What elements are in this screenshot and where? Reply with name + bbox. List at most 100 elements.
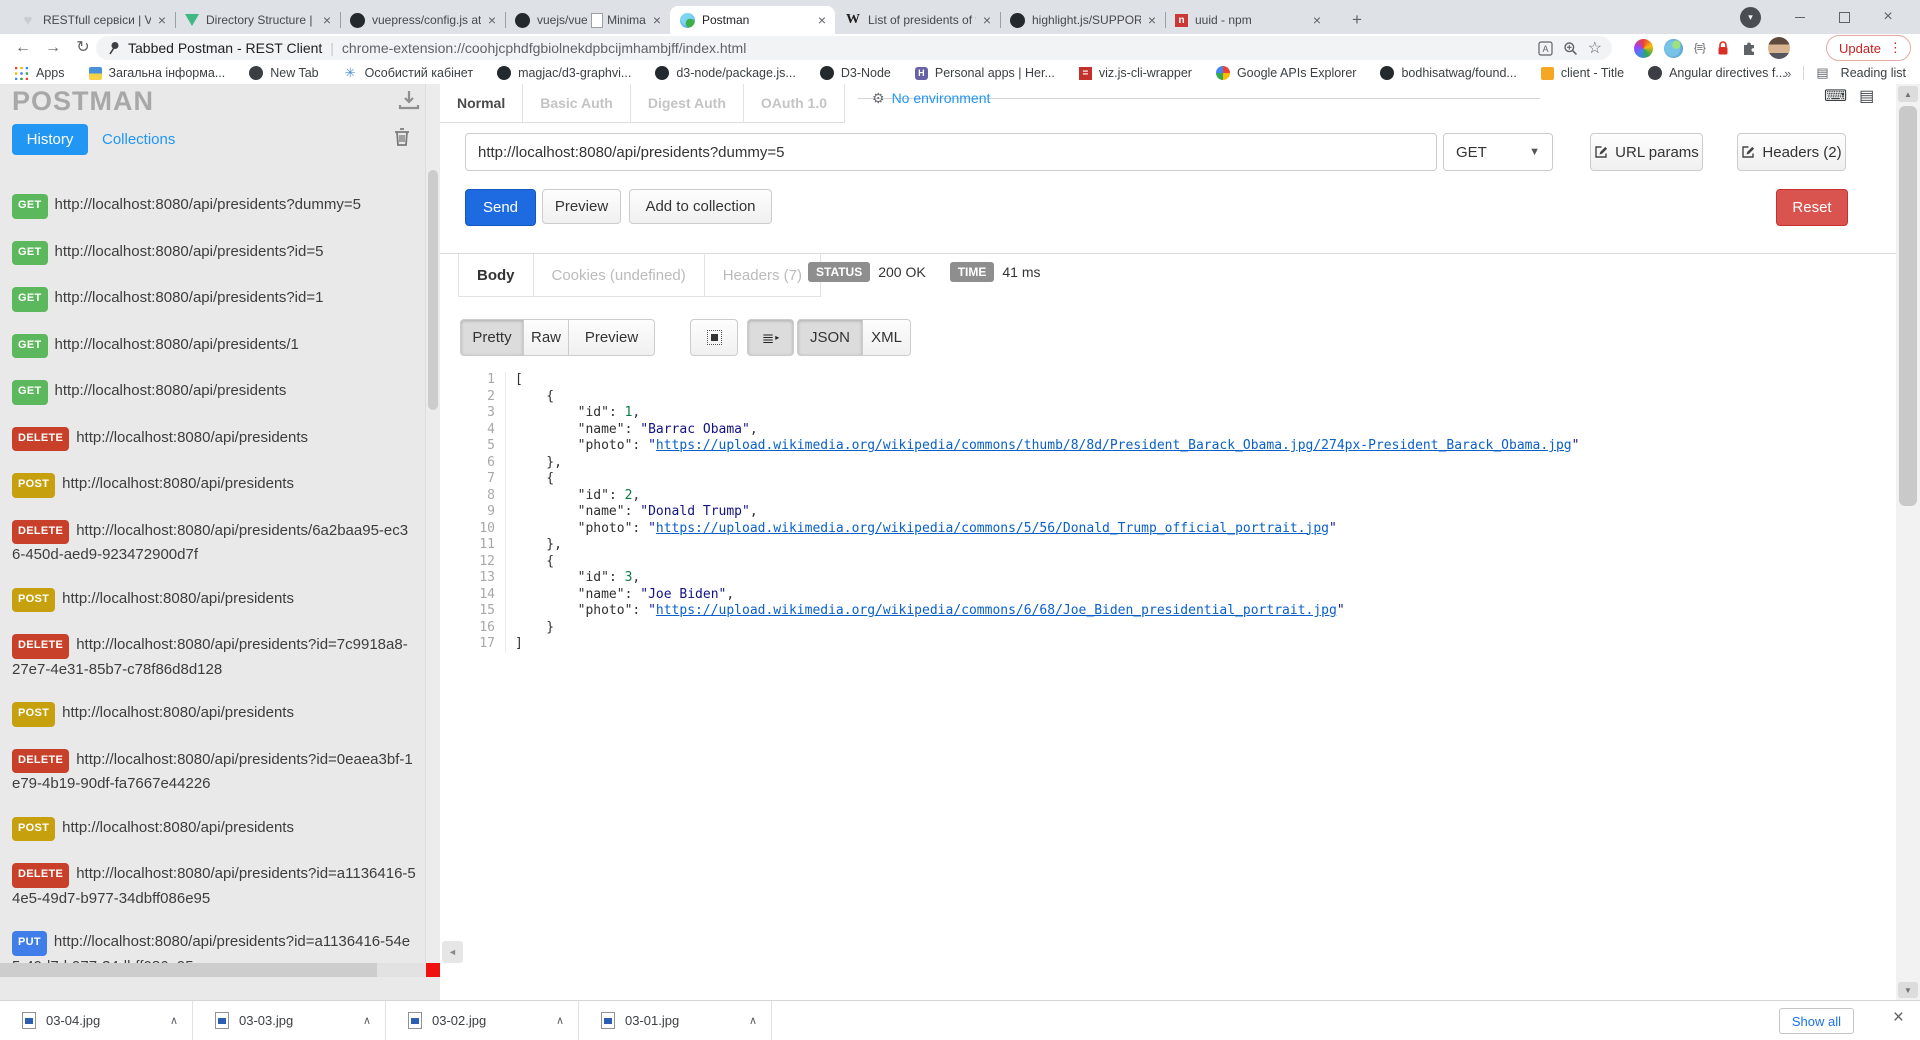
- response-tab-cookies[interactable]: Cookies (undefined): [532, 254, 704, 296]
- download-menu-chevron-icon[interactable]: ∧: [170, 1014, 178, 1027]
- auth-tab-digest-auth[interactable]: Digest Auth: [629, 84, 743, 122]
- browser-profile-circle-icon[interactable]: ▾: [1740, 7, 1761, 28]
- auth-tab-normal[interactable]: Normal: [440, 84, 522, 122]
- keyboard-shortcuts-icon[interactable]: ⌨: [1824, 86, 1847, 106]
- lock-extension-icon[interactable]: [1716, 40, 1730, 56]
- profile-avatar[interactable]: [1767, 37, 1790, 59]
- response-tab-headers[interactable]: Headers (7): [703, 254, 821, 296]
- downloads-bar-close-icon[interactable]: ×: [1893, 1007, 1904, 1029]
- download-history-icon[interactable]: [398, 90, 420, 110]
- back-icon[interactable]: ←: [10, 35, 36, 61]
- history-item[interactable]: DELETE http://localhost:8080/api/presiden…: [12, 863, 416, 909]
- window-close-button[interactable]: ×: [1866, 0, 1910, 34]
- history-item[interactable]: DELETE http://localhost:8080/api/presiden…: [12, 634, 416, 680]
- bookmark-item[interactable]: Особистий кабінет: [343, 66, 473, 81]
- scroll-down-icon[interactable]: ▼: [1898, 982, 1918, 998]
- sidebar-horizontal-scrollbar-thumb[interactable]: [0, 963, 377, 977]
- bookmark-item[interactable]: Загальна інформа...: [88, 66, 225, 80]
- view-pretty-button[interactable]: Pretty: [460, 319, 524, 356]
- history-item[interactable]: GET http://localhost:8080/api/presidents?…: [12, 240, 416, 265]
- tab-close-icon[interactable]: ×: [980, 12, 994, 28]
- download-menu-chevron-icon[interactable]: ∧: [556, 1014, 564, 1027]
- history-item[interactable]: DELETE http://localhost:8080/api/presiden…: [12, 519, 416, 566]
- json-viewer-extension-icon[interactable]: {≡}: [1694, 42, 1706, 54]
- auth-tab-oauth-1-0[interactable]: OAuth 1.0: [742, 84, 846, 122]
- preview-button[interactable]: Preview: [542, 189, 621, 224]
- bookmark-star-icon[interactable]: ☆: [1588, 38, 1602, 58]
- sidebar-horizontal-scrollbar[interactable]: [0, 963, 426, 977]
- bookmark-item[interactable]: d3-node/package.js...: [655, 66, 796, 80]
- bookmark-item[interactable]: Apps: [14, 66, 65, 81]
- tab-close-icon[interactable]: ×: [485, 12, 499, 28]
- zoom-icon[interactable]: [1563, 41, 1578, 56]
- download-item[interactable]: 03-04.jpg ∧: [0, 1001, 193, 1040]
- headers-button[interactable]: Headers (2): [1737, 133, 1846, 171]
- tab-close-icon[interactable]: ×: [155, 12, 169, 28]
- bookmark-item[interactable]: client - Title: [1540, 66, 1624, 80]
- environment-selector[interactable]: ⚙ No environment: [872, 84, 990, 112]
- address-bar[interactable]: Tabbed Postman - REST Client | chrome-ex…: [96, 36, 1612, 60]
- tab-close-icon[interactable]: ×: [320, 12, 334, 28]
- history-item[interactable]: POST http://localhost:8080/api/presidents: [12, 587, 416, 612]
- response-link[interactable]: https://upload.wikimedia.org/wikipedia/c…: [656, 603, 1337, 618]
- bookmark-item[interactable]: Angular directives f...: [1648, 66, 1786, 80]
- tab-close-icon[interactable]: ×: [1145, 12, 1159, 28]
- browser-tab[interactable]: RESTfull сервіси | Vuepress ×: [10, 6, 175, 34]
- download-item[interactable]: 03-03.jpg ∧: [193, 1001, 386, 1040]
- chrome-update-button[interactable]: Update ⋮: [1826, 35, 1911, 61]
- tab-collections[interactable]: Collections: [102, 131, 175, 148]
- history-item[interactable]: GET http://localhost:8080/api/presidents: [12, 380, 416, 405]
- page-vertical-scrollbar[interactable]: ▲ ▼: [1896, 84, 1920, 1000]
- response-tab-body[interactable]: Body: [458, 254, 533, 296]
- method-select[interactable]: GET ▼: [1443, 133, 1553, 171]
- download-menu-chevron-icon[interactable]: ∧: [749, 1014, 757, 1027]
- history-item[interactable]: GET http://localhost:8080/api/presidents/…: [12, 333, 416, 358]
- history-item[interactable]: POST http://localhost:8080/api/presidents: [12, 473, 416, 498]
- download-item[interactable]: 03-02.jpg ∧: [386, 1001, 579, 1040]
- history-item[interactable]: DELETE http://localhost:8080/api/presiden…: [12, 748, 416, 795]
- browser-tab[interactable]: highlight.js/SUPPORTED_LA ×: [1000, 6, 1165, 34]
- history-item[interactable]: PUT http://localhost:8080/api/presidents?…: [12, 931, 416, 963]
- color-wheel-extension-icon[interactable]: [1634, 38, 1653, 58]
- format-json-button[interactable]: JSON: [797, 319, 863, 356]
- bookmark-item[interactable]: Google APIs Explorer: [1215, 66, 1356, 80]
- sidebar-vertical-scrollbar-thumb[interactable]: [428, 170, 438, 410]
- scroll-up-icon[interactable]: ▲: [1898, 86, 1918, 102]
- sidebar-collapse-button[interactable]: ◄: [442, 941, 463, 963]
- request-url-input[interactable]: [465, 133, 1437, 171]
- globe-extension-icon[interactable]: [1664, 38, 1683, 58]
- collapse-json-button[interactable]: ≣: [747, 319, 794, 356]
- browser-menu-kebab-icon[interactable]: ⋮: [1889, 40, 1902, 56]
- window-maximize-button[interactable]: [1822, 0, 1866, 34]
- bookmark-item[interactable]: viz.js-cli-wrapper: [1078, 66, 1192, 80]
- tab-close-icon[interactable]: ×: [1310, 12, 1324, 28]
- history-item[interactable]: POST http://localhost:8080/api/presidents: [12, 816, 416, 841]
- forward-icon[interactable]: →: [40, 35, 66, 61]
- add-to-collection-button[interactable]: Add to collection: [629, 189, 772, 224]
- browser-tab[interactable]: Directory Structure | VuePre ×: [175, 6, 340, 34]
- sidebar-vertical-scrollbar[interactable]: [425, 84, 440, 963]
- translate-icon[interactable]: A: [1538, 40, 1553, 56]
- browser-tab[interactable]: Postman ×: [670, 6, 835, 34]
- bookmark-item[interactable]: Personal apps | Her...: [914, 66, 1055, 80]
- bookmark-item[interactable]: magjac/d3-graphvi...: [497, 66, 631, 80]
- trash-icon[interactable]: [392, 126, 412, 148]
- tab-close-icon[interactable]: ×: [815, 12, 829, 28]
- history-item[interactable]: DELETE http://localhost:8080/api/presiden…: [12, 426, 416, 451]
- history-item[interactable]: GET http://localhost:8080/api/presidents?…: [12, 287, 416, 312]
- browser-tab[interactable]: vuejs/vuepress: Minima ×: [505, 6, 670, 34]
- reading-list-button[interactable]: Reading list: [1841, 66, 1906, 80]
- response-link[interactable]: https://upload.wikimedia.org/wikipedia/c…: [656, 521, 1329, 536]
- layout-icon[interactable]: ▤: [1859, 86, 1874, 106]
- reset-button[interactable]: Reset: [1776, 189, 1848, 226]
- show-all-downloads-button[interactable]: Show all: [1778, 1008, 1854, 1034]
- reload-icon[interactable]: ↻: [70, 35, 96, 61]
- send-button[interactable]: Send: [465, 189, 536, 226]
- bookmark-item[interactable]: New Tab: [249, 66, 319, 80]
- history-item[interactable]: POST http://localhost:8080/api/presidents: [12, 702, 416, 727]
- response-link[interactable]: https://upload.wikimedia.org/wikipedia/c…: [656, 438, 1572, 453]
- view-preview-button[interactable]: Preview: [569, 319, 655, 356]
- bookmark-item[interactable]: bodhisatwag/found...: [1380, 66, 1517, 80]
- view-raw-button[interactable]: Raw: [524, 319, 569, 356]
- browser-tab[interactable]: List of presidents of the Un ×: [835, 6, 1000, 34]
